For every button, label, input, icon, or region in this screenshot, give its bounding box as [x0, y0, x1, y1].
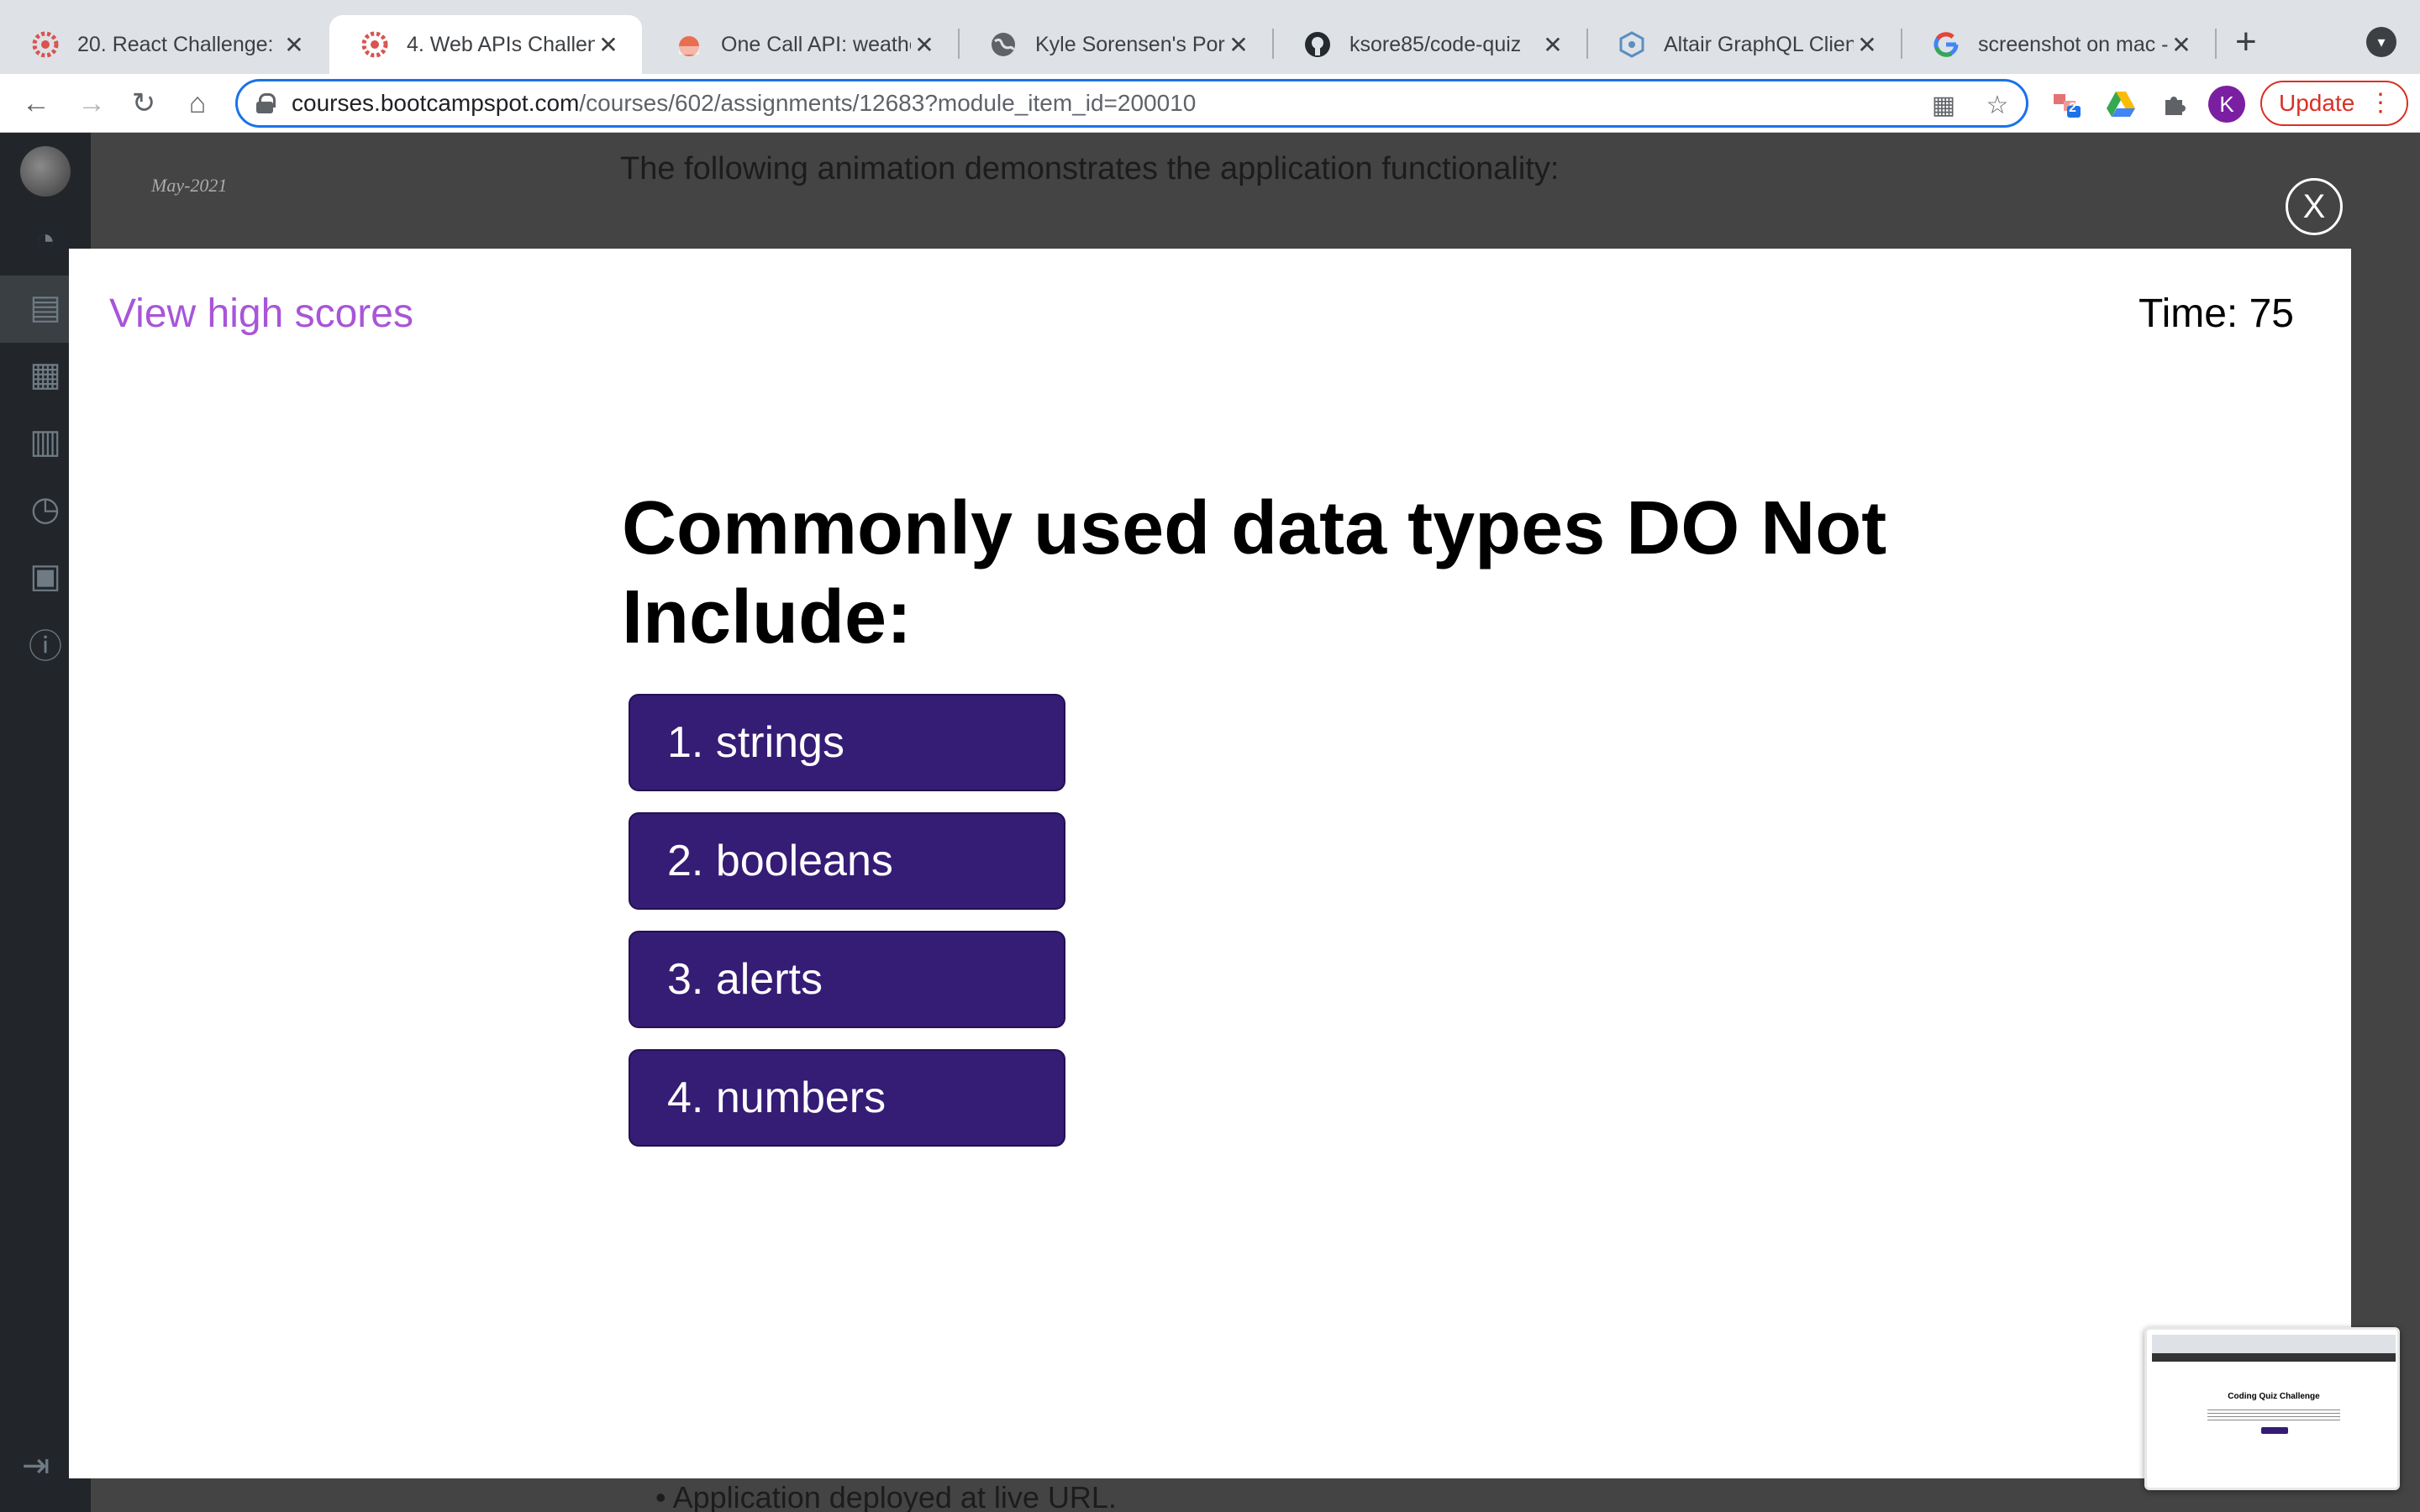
close-icon[interactable]: ✕ [1539, 31, 1566, 59]
thumbnail-title: Coding Quiz Challenge [2228, 1392, 2320, 1401]
google-drive-icon[interactable] [2106, 89, 2136, 119]
answer-choice-button[interactable]: 3. alerts [629, 931, 1065, 1028]
tab-title: 20. React Challenge: [77, 32, 274, 56]
assignment-bullet-text: Application deployed at live URL. [672, 1480, 1117, 1512]
lock-icon [256, 93, 276, 113]
answer-choice-button[interactable]: 2. booleans [629, 812, 1065, 910]
update-button[interactable]: Update ⋮ [2260, 81, 2408, 126]
answer-choice-button[interactable]: 1. strings [629, 694, 1065, 791]
quiz-app-frame: View high scores Time: 75 Commonly used … [69, 249, 2351, 1478]
history-icon[interactable]: ◷ [22, 486, 69, 533]
close-icon[interactable]: ✕ [911, 31, 938, 59]
close-icon[interactable]: ✕ [595, 31, 622, 59]
github-icon [1304, 31, 1331, 58]
thumbnail-browser-chrome [2152, 1335, 2396, 1353]
back-icon[interactable]: ← [18, 86, 54, 121]
courses-icon[interactable]: ▤ [22, 284, 69, 331]
close-icon[interactable]: ✕ [2168, 31, 2195, 59]
tab-title: One Call API: weather [721, 32, 911, 56]
answer-choice-button[interactable]: 4. numbers [629, 1049, 1065, 1147]
forward-icon[interactable]: → [74, 86, 109, 121]
extensions-puzzle-icon[interactable] [2160, 89, 2190, 119]
tab-title: screenshot on mac - [1978, 32, 2168, 56]
course-date-label: May-2021 [151, 175, 228, 196]
thumbnail-header-bar [2152, 1353, 2396, 1362]
user-avatar[interactable] [20, 146, 71, 197]
dashboard-icon[interactable]: ◔ [22, 217, 69, 264]
address-bar[interactable]: courses.bootcampspot.com/courses/602/ass… [235, 79, 2028, 128]
tab-portfolio[interactable]: Kyle Sorensen's Portf ✕ [958, 15, 1272, 74]
tab-search-icon[interactable]: ▾ [2366, 27, 2396, 57]
tab-title: ksore85/code-quiz [1349, 32, 1522, 56]
tab-web-apis-challenge[interactable]: 4. Web APIs Challeng ✕ [329, 15, 642, 74]
view-high-scores-link[interactable]: View high scores [109, 291, 413, 337]
url-host: courses.bootcampspot.com [292, 90, 580, 116]
calendar-icon[interactable]: ▦ [22, 351, 69, 398]
reload-icon[interactable]: ↻ [126, 86, 161, 121]
new-tab-icon[interactable]: + [2235, 24, 2257, 60]
more-menu-icon[interactable]: ⋮ [2368, 89, 2393, 118]
url-path: /courses/602/assignments/12683?module_it… [579, 90, 1197, 116]
tab-react-challenge[interactable]: 20. React Challenge: ✕ [0, 15, 328, 74]
bootcamp-icon [361, 31, 388, 58]
inbox-icon[interactable]: ▥ [22, 418, 69, 465]
home-icon[interactable]: ⌂ [180, 86, 215, 121]
quiz-question: Commonly used data types DO Not Include: [622, 486, 1887, 659]
assignment-bullet: • Application deployed at live URL. [655, 1480, 1117, 1512]
expand-nav-icon[interactable]: ⇥ [22, 1446, 50, 1485]
thumbnail-page: Coding Quiz Challenge [2157, 1362, 2391, 1484]
tab-altair-graphql[interactable]: Altair GraphQL Client ✕ [1586, 15, 1901, 74]
update-label: Update [2279, 90, 2355, 116]
openweather-icon [676, 31, 702, 58]
overlay-close-button[interactable]: X [2286, 178, 2343, 235]
tab-divider [2215, 29, 2217, 59]
screenshot-thumbnail[interactable]: Coding Quiz Challenge [2144, 1327, 2400, 1490]
help-icon[interactable]: ⓘ [22, 620, 69, 667]
tab-google-search[interactable]: screenshot on mac - ✕ [1901, 15, 2215, 74]
tab-one-call-api[interactable]: One Call API: weather ✕ [644, 15, 958, 74]
google-icon [1933, 31, 1960, 58]
close-icon[interactable]: ✕ [1854, 31, 1881, 59]
qr-code-icon[interactable]: ▦ [1930, 92, 1957, 119]
close-icon[interactable]: ✕ [1225, 31, 1252, 59]
close-icon[interactable]: ✕ [281, 31, 308, 59]
browser-toolbar: ← → ↻ ⌂ courses.bootcampspot.com/courses… [0, 74, 2420, 133]
tab-title: Altair GraphQL Client [1664, 32, 1854, 56]
profile-avatar[interactable]: K [2208, 86, 2245, 123]
tab-title: Kyle Sorensen's Portf [1035, 32, 1225, 56]
globe-icon [990, 31, 1017, 58]
quiz-timer: Time: 75 [2139, 291, 2294, 336]
browser-tabstrip: 20. React Challenge: ✕ 4. Web APIs Chall… [0, 0, 2420, 74]
extension-badge-count: 2 [2069, 101, 2076, 115]
answer-choices: 1. strings 2. booleans 3. alerts 4. numb… [629, 694, 1065, 1168]
tab-github-code-quiz[interactable]: ksore85/code-quiz ✕ [1272, 15, 1586, 74]
bookmark-star-icon[interactable]: ☆ [1984, 92, 2011, 119]
assignment-intro-text: The following animation demonstrates the… [620, 151, 1560, 186]
altair-icon [1618, 31, 1645, 58]
thumbnail-text-lines [2207, 1407, 2340, 1420]
thumbnail-start-button [2261, 1427, 2288, 1434]
studio-icon[interactable]: ▣ [22, 553, 69, 600]
bootcamp-icon [32, 31, 59, 58]
tab-title: 4. Web APIs Challeng [407, 32, 595, 56]
extension-badge-icon[interactable]: 2 [2052, 89, 2082, 119]
